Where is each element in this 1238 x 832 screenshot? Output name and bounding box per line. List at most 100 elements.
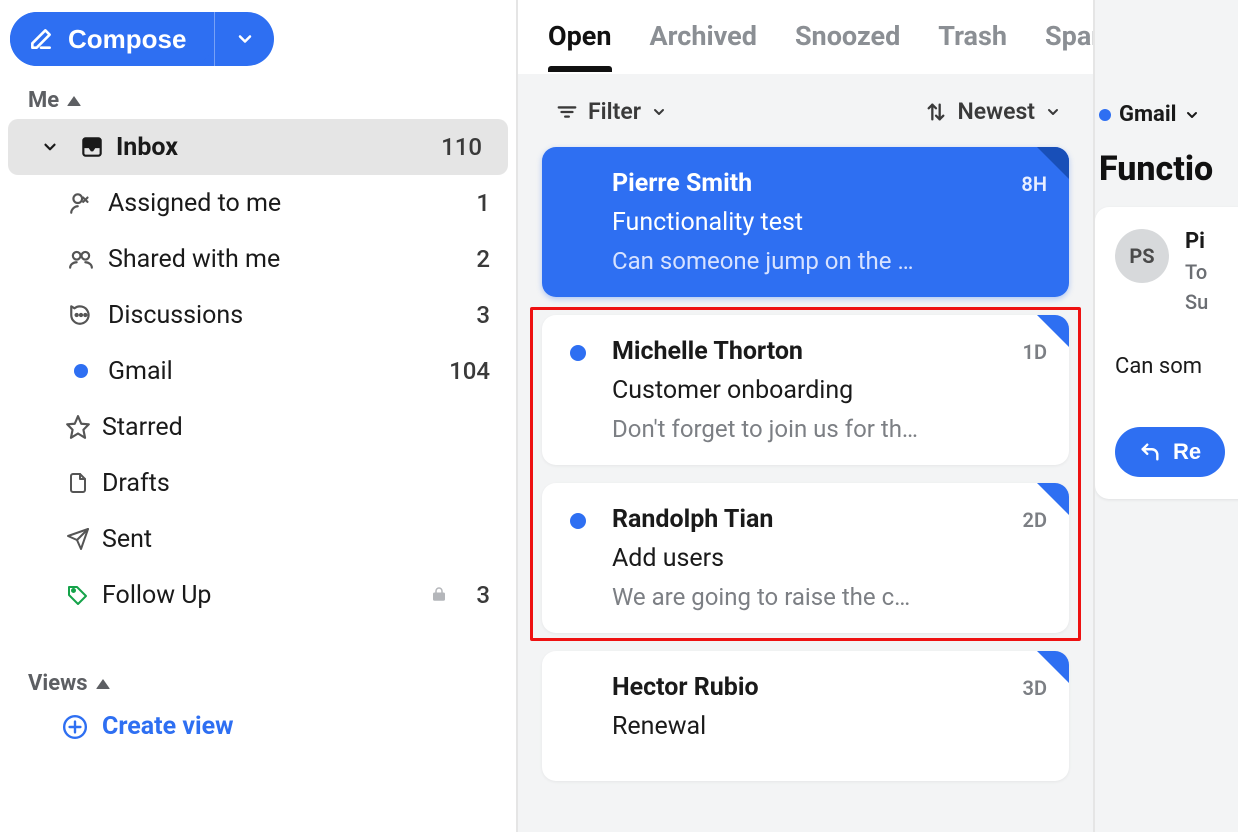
message-subject: Functionality test xyxy=(612,208,1047,237)
unread-dot-icon xyxy=(570,513,586,529)
tab-open[interactable]: Open xyxy=(548,20,612,52)
sidebar-item-followup[interactable]: Follow Up 3 xyxy=(0,567,516,623)
sidebar-item-discussions[interactable]: Discussions 3 xyxy=(0,287,516,343)
section-me[interactable]: Me xyxy=(0,84,516,119)
section-views-label: Views xyxy=(28,671,88,696)
corner-flag-icon xyxy=(1037,483,1069,515)
sidebar-item-sent[interactable]: Sent xyxy=(0,511,516,567)
chevron-down-icon xyxy=(235,29,255,49)
lock-icon xyxy=(430,581,448,610)
sidebar-item-label: Starred xyxy=(102,413,448,442)
compose-row: Compose xyxy=(0,8,516,84)
sidebar-item-starred[interactable]: Starred xyxy=(0,399,516,455)
message-list: Filter Newest Pierre Smith 8H Functional… xyxy=(518,74,1093,832)
sort-label: Newest xyxy=(957,98,1035,125)
compose-split-button: Compose xyxy=(10,12,274,66)
message-sender: Hector Rubio xyxy=(612,673,759,702)
message-preview: Can someone jump on the … xyxy=(612,247,1047,275)
sidebar-item-assigned[interactable]: Assigned to me 1 xyxy=(0,175,516,231)
assigned-icon xyxy=(54,190,108,216)
compose-button[interactable]: Compose xyxy=(10,12,214,66)
filter-icon xyxy=(556,101,578,123)
message-card[interactable]: Randolph Tian 2D Add users We are going … xyxy=(542,483,1069,633)
reply-icon xyxy=(1139,441,1161,463)
message-sender: Michelle Thorton xyxy=(612,337,803,366)
chevron-down-icon xyxy=(1045,104,1061,120)
discussions-count: 3 xyxy=(448,301,498,329)
chevron-down-icon xyxy=(26,138,74,156)
message-card[interactable]: Hector Rubio 3D Renewal xyxy=(542,651,1069,781)
sidebar-item-gmail[interactable]: Gmail 104 xyxy=(0,343,516,399)
sidebar-item-label: Drafts xyxy=(102,469,448,498)
account-selector[interactable]: Gmail xyxy=(1095,82,1238,137)
message-title: Functio xyxy=(1095,137,1238,207)
sidebar-item-label: Inbox xyxy=(116,133,440,162)
reply-label: Re xyxy=(1173,439,1201,465)
corner-flag-icon xyxy=(1037,651,1069,683)
assigned-count: 1 xyxy=(448,189,498,217)
chevron-down-icon xyxy=(1184,107,1200,123)
message-sender: Randolph Tian xyxy=(612,505,773,534)
shared-icon xyxy=(54,246,108,272)
tab-snoozed[interactable]: Snoozed xyxy=(795,20,900,52)
unread-dot-icon xyxy=(570,345,586,361)
message-subject: Add users xyxy=(612,544,1047,573)
discussions-icon xyxy=(54,302,108,328)
reading-pane: Gmail Functio PS Pi To Su Can som Re xyxy=(1093,0,1238,832)
section-me-label: Me xyxy=(28,88,59,113)
plus-circle-icon xyxy=(62,714,88,740)
message-card[interactable]: Michelle Thorton 1D Customer onboarding … xyxy=(542,315,1069,465)
sidebar-item-inbox[interactable]: Inbox 110 xyxy=(8,119,508,175)
caret-up-icon xyxy=(96,679,110,689)
filter-row: Filter Newest xyxy=(542,92,1069,147)
compose-icon xyxy=(28,26,54,52)
sidebar-item-shared[interactable]: Shared with me 2 xyxy=(0,231,516,287)
avatar: PS xyxy=(1115,229,1169,283)
filter-button[interactable]: Filter xyxy=(556,98,667,125)
sort-icon xyxy=(925,101,947,123)
message-preview: Don't forget to join us for th… xyxy=(612,415,1047,443)
inbox-count: 110 xyxy=(440,133,490,161)
tab-archived[interactable]: Archived xyxy=(650,20,757,52)
to-line: To xyxy=(1185,260,1208,284)
sidebar-item-label: Follow Up xyxy=(102,581,422,610)
sort-button[interactable]: Newest xyxy=(925,98,1061,125)
message-subject: Customer onboarding xyxy=(612,376,1047,405)
chevron-down-icon xyxy=(651,104,667,120)
tab-spam[interactable]: Spam xyxy=(1045,20,1093,52)
message-subject: Renewal xyxy=(612,712,1047,741)
sent-icon xyxy=(54,527,102,551)
center-pane: Open Archived Snoozed Trash Spam Filter … xyxy=(518,0,1093,832)
message-preview: We are going to raise the c… xyxy=(612,583,1047,611)
message-time: 8H xyxy=(1021,172,1047,196)
account-label: Gmail xyxy=(1119,102,1176,127)
unread-dot-icon xyxy=(54,364,108,378)
tab-trash[interactable]: Trash xyxy=(938,20,1007,52)
sidebar-item-label: Assigned to me xyxy=(108,189,448,218)
subject-line: Su xyxy=(1185,290,1208,314)
message-body-card: PS Pi To Su Can som Re xyxy=(1095,207,1238,499)
message-sender: Pierre Smith xyxy=(612,169,752,198)
section-views[interactable]: Views xyxy=(0,667,516,702)
compose-dropdown[interactable] xyxy=(214,12,274,66)
folder-tabs: Open Archived Snoozed Trash Spam xyxy=(518,0,1093,74)
create-view-label: Create view xyxy=(102,712,233,741)
followup-count: 3 xyxy=(448,581,498,609)
message-body: Can som xyxy=(1115,354,1238,379)
sidebar-item-drafts[interactable]: Drafts xyxy=(0,455,516,511)
tag-icon xyxy=(54,583,102,607)
reply-button[interactable]: Re xyxy=(1115,427,1225,477)
filter-label: Filter xyxy=(588,98,641,125)
drafts-icon xyxy=(54,471,102,495)
corner-flag-icon xyxy=(1037,315,1069,347)
sidebar-item-label: Shared with me xyxy=(108,245,448,274)
star-icon xyxy=(54,414,102,440)
shared-count: 2 xyxy=(448,245,498,273)
message-card[interactable]: Pierre Smith 8H Functionality test Can s… xyxy=(542,147,1069,297)
sidebar-item-label: Gmail xyxy=(108,357,448,386)
compose-label: Compose xyxy=(68,24,186,55)
gmail-count: 104 xyxy=(448,357,498,385)
caret-up-icon xyxy=(67,96,81,106)
sidebar-item-label: Sent xyxy=(102,525,448,554)
create-view[interactable]: Create view xyxy=(0,702,516,741)
